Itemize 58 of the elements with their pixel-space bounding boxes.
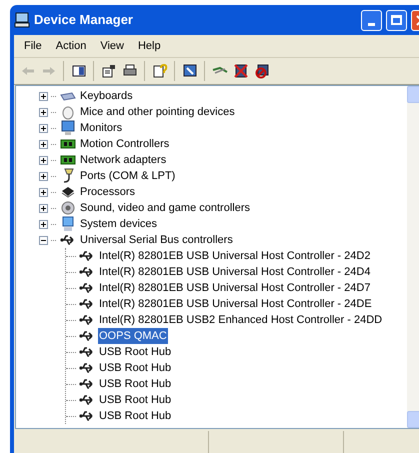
- monitor-icon: [60, 120, 74, 136]
- circuit-board-icon: [60, 154, 76, 166]
- computer-icon: [60, 216, 74, 232]
- tree-item[interactable]: Intel(R) 82801EB USB2 Enhanced Host Controller - 24DD: [98, 312, 384, 328]
- menu-item[interactable]: Action: [48, 38, 94, 54]
- usb-icon: [79, 281, 95, 295]
- expand-icon[interactable]: [39, 204, 48, 212]
- usb-icon: [79, 409, 95, 423]
- usb-icon: [79, 393, 95, 407]
- tree-item[interactable]: USB Root Hub: [98, 344, 172, 360]
- usb-icon: [79, 313, 95, 327]
- usb-icon: [60, 233, 76, 247]
- maximize-button[interactable]: [386, 10, 407, 30]
- tree-item[interactable]: Sound, video and game controllers: [79, 200, 251, 216]
- tree-item[interactable]: Network adapters: [79, 152, 168, 168]
- tree-item[interactable]: System devices: [79, 216, 158, 232]
- menu-item[interactable]: Help: [130, 38, 168, 54]
- tree-item[interactable]: Processors: [79, 184, 136, 200]
- usb-icon: [79, 345, 95, 359]
- minimize-button[interactable]: [361, 10, 382, 30]
- window-title: Device Manager: [34, 11, 134, 30]
- tree-item[interactable]: USB Root Hub: [98, 408, 172, 424]
- tree-item[interactable]: Monitors: [79, 120, 124, 136]
- tree-item[interactable]: OOPS QMAC: [98, 328, 168, 344]
- expand-icon[interactable]: [39, 220, 48, 228]
- circuit-board-icon: [60, 138, 76, 150]
- mouse-icon: [60, 104, 74, 120]
- tree-item[interactable]: USB Root Hub: [98, 376, 172, 392]
- tree-item[interactable]: Intel(R) 82801EB USB Universal Host Controller - 24D7: [98, 280, 372, 296]
- tree-item[interactable]: Intel(R) 82801EB USB Universal Host Controller - 24DE: [98, 296, 373, 312]
- speaker-icon: [60, 200, 76, 216]
- tree-item[interactable]: Ports (COM & LPT): [79, 168, 176, 184]
- menu-item[interactable]: File: [17, 38, 49, 54]
- usb-icon: [79, 377, 95, 391]
- collapse-icon[interactable]: [39, 236, 48, 244]
- expand-icon[interactable]: [39, 188, 48, 196]
- expand-icon[interactable]: [39, 124, 48, 132]
- expand-icon[interactable]: [39, 140, 48, 148]
- computer-icon: [14, 12, 30, 28]
- expand-icon[interactable]: [39, 156, 48, 164]
- tree-item[interactable]: Motion Controllers: [79, 136, 170, 152]
- usb-icon: [79, 329, 95, 343]
- expand-icon[interactable]: [39, 92, 48, 100]
- tree-item[interactable]: Keyboards: [79, 88, 134, 104]
- usb-icon: [79, 297, 95, 311]
- menu-item[interactable]: View: [93, 38, 131, 54]
- expand-icon[interactable]: [39, 108, 48, 116]
- tree-item[interactable]: Universal Serial Bus controllers: [79, 232, 234, 248]
- usb-icon: [79, 265, 95, 279]
- tree-item[interactable]: Intel(R) 82801EB USB Universal Host Controller - 24D4: [98, 264, 372, 280]
- tree-item[interactable]: USB Root Hub: [98, 360, 172, 376]
- tree-item[interactable]: USB Root Hub: [98, 392, 172, 408]
- keyboard-icon: [60, 90, 76, 102]
- tree-item[interactable]: Intel(R) 82801EB USB Universal Host Controller - 24D2: [98, 248, 372, 264]
- expand-icon[interactable]: [39, 172, 48, 180]
- tree-item[interactable]: Mice and other pointing devices: [79, 104, 236, 120]
- usb-icon: [79, 249, 95, 263]
- usb-icon: [79, 361, 95, 375]
